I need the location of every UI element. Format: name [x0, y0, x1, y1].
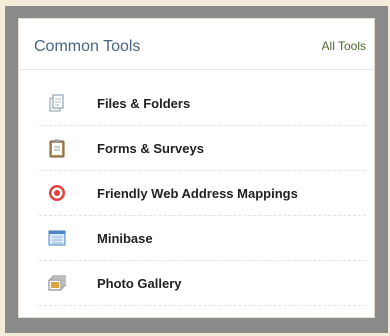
photo-stack-icon: [47, 273, 67, 293]
panel-header: Common Tools All Tools: [19, 19, 374, 70]
clipboard-icon: [47, 138, 67, 158]
tool-label: Forms & Surveys: [97, 140, 204, 156]
tool-list: Files & Folders Forms & Surveys Friendly…: [39, 81, 366, 306]
tool-item-photo-gallery[interactable]: Photo Gallery: [39, 261, 366, 306]
tool-item-forms-surveys[interactable]: Forms & Surveys: [39, 126, 366, 171]
tool-label: Files & Folders: [97, 95, 191, 111]
files-folders-icon: [47, 93, 67, 113]
common-tools-panel: Common Tools All Tools Files & Folders F…: [18, 18, 375, 318]
tool-label: Friendly Web Address Mappings: [97, 185, 298, 201]
all-tools-link[interactable]: All Tools: [322, 39, 366, 53]
tool-item-minibase[interactable]: Minibase: [39, 216, 366, 261]
target-icon: [47, 183, 67, 203]
panel-title: Common Tools: [34, 38, 141, 55]
tool-label: Minibase: [97, 230, 153, 246]
tool-item-files-folders[interactable]: Files & Folders: [39, 81, 366, 126]
tool-label: Photo Gallery: [97, 275, 182, 291]
tool-item-friendly-web-address[interactable]: Friendly Web Address Mappings: [39, 171, 366, 216]
database-window-icon: [47, 228, 67, 248]
